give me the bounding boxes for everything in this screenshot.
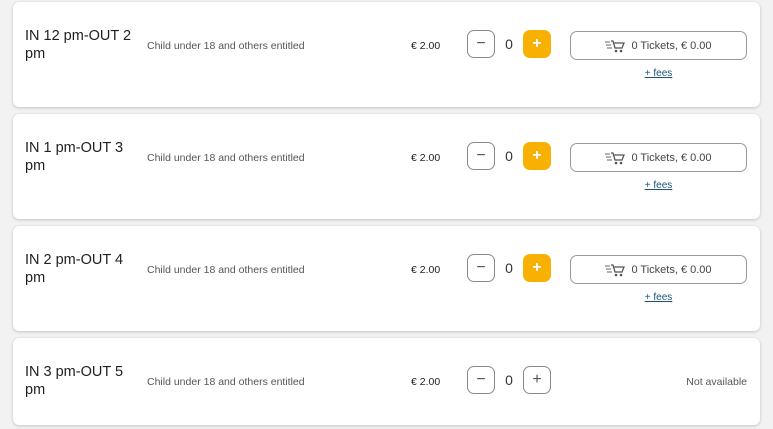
shopping-cart-icon bbox=[605, 151, 626, 164]
ticket-price: € 2.00 bbox=[411, 152, 441, 164]
fees-link[interactable]: + fees bbox=[570, 68, 747, 79]
ticket-description: Child under 18 and others entitled bbox=[147, 40, 305, 52]
cart-summary-label: 0 Tickets, € 0.00 bbox=[631, 39, 712, 52]
time-slot-title: IN 3 pm-OUT 5 pm bbox=[25, 364, 124, 398]
quantity-value: 0 bbox=[505, 148, 513, 164]
ticket-price: € 2.00 bbox=[411, 376, 441, 388]
decrease-quantity-button[interactable]: − bbox=[467, 254, 495, 282]
increase-quantity-button[interactable]: + bbox=[523, 366, 551, 394]
decrease-quantity-button[interactable]: − bbox=[467, 30, 495, 58]
ticket-description: Child under 18 and others entitled bbox=[147, 264, 305, 276]
ticket-description: Child under 18 and others entitled bbox=[147, 152, 305, 164]
fees-link[interactable]: + fees bbox=[570, 180, 747, 191]
quantity-value: 0 bbox=[505, 372, 513, 388]
increase-quantity-button[interactable]: + bbox=[523, 30, 551, 58]
decrease-quantity-button[interactable]: − bbox=[467, 142, 495, 170]
cart-summary-label: 0 Tickets, € 0.00 bbox=[631, 151, 712, 164]
time-slot-title: IN 2 pm-OUT 4 pm bbox=[25, 252, 124, 286]
quantity-stepper: − 0 + bbox=[467, 366, 557, 396]
ticket-price: € 2.00 bbox=[411, 40, 441, 52]
ticket-card: IN 2 pm-OUT 4 pm Child under 18 and othe… bbox=[13, 226, 760, 331]
decrease-quantity-button[interactable]: − bbox=[467, 366, 495, 394]
add-to-cart-button[interactable]: 0 Tickets, € 0.00 bbox=[570, 31, 747, 60]
ticket-price: € 2.00 bbox=[411, 264, 441, 276]
shopping-cart-icon bbox=[605, 39, 626, 52]
ticket-card: IN 12 pm-OUT 2 pm Child under 18 and oth… bbox=[13, 2, 760, 107]
increase-quantity-button[interactable]: + bbox=[523, 142, 551, 170]
ticket-description: Child under 18 and others entitled bbox=[147, 376, 305, 388]
availability-status: Not available bbox=[686, 376, 747, 388]
cart-summary-label: 0 Tickets, € 0.00 bbox=[631, 263, 712, 276]
time-slot-title: IN 1 pm-OUT 3 pm bbox=[25, 140, 124, 174]
fees-link[interactable]: + fees bbox=[570, 292, 747, 303]
quantity-stepper: − 0 + bbox=[467, 30, 557, 60]
ticket-list: IN 12 pm-OUT 2 pm Child under 18 and oth… bbox=[0, 0, 773, 429]
quantity-stepper: − 0 + bbox=[467, 142, 557, 172]
ticket-card: IN 3 pm-OUT 5 pm Child under 18 and othe… bbox=[13, 338, 760, 425]
ticket-card: IN 1 pm-OUT 3 pm Child under 18 and othe… bbox=[13, 114, 760, 219]
add-to-cart-button[interactable]: 0 Tickets, € 0.00 bbox=[570, 143, 747, 172]
quantity-value: 0 bbox=[505, 36, 513, 52]
quantity-stepper: − 0 + bbox=[467, 254, 557, 284]
quantity-value: 0 bbox=[505, 260, 513, 276]
add-to-cart-button[interactable]: 0 Tickets, € 0.00 bbox=[570, 255, 747, 284]
time-slot-title: IN 12 pm-OUT 2 pm bbox=[25, 28, 132, 62]
shopping-cart-icon bbox=[605, 263, 626, 276]
increase-quantity-button[interactable]: + bbox=[523, 254, 551, 282]
